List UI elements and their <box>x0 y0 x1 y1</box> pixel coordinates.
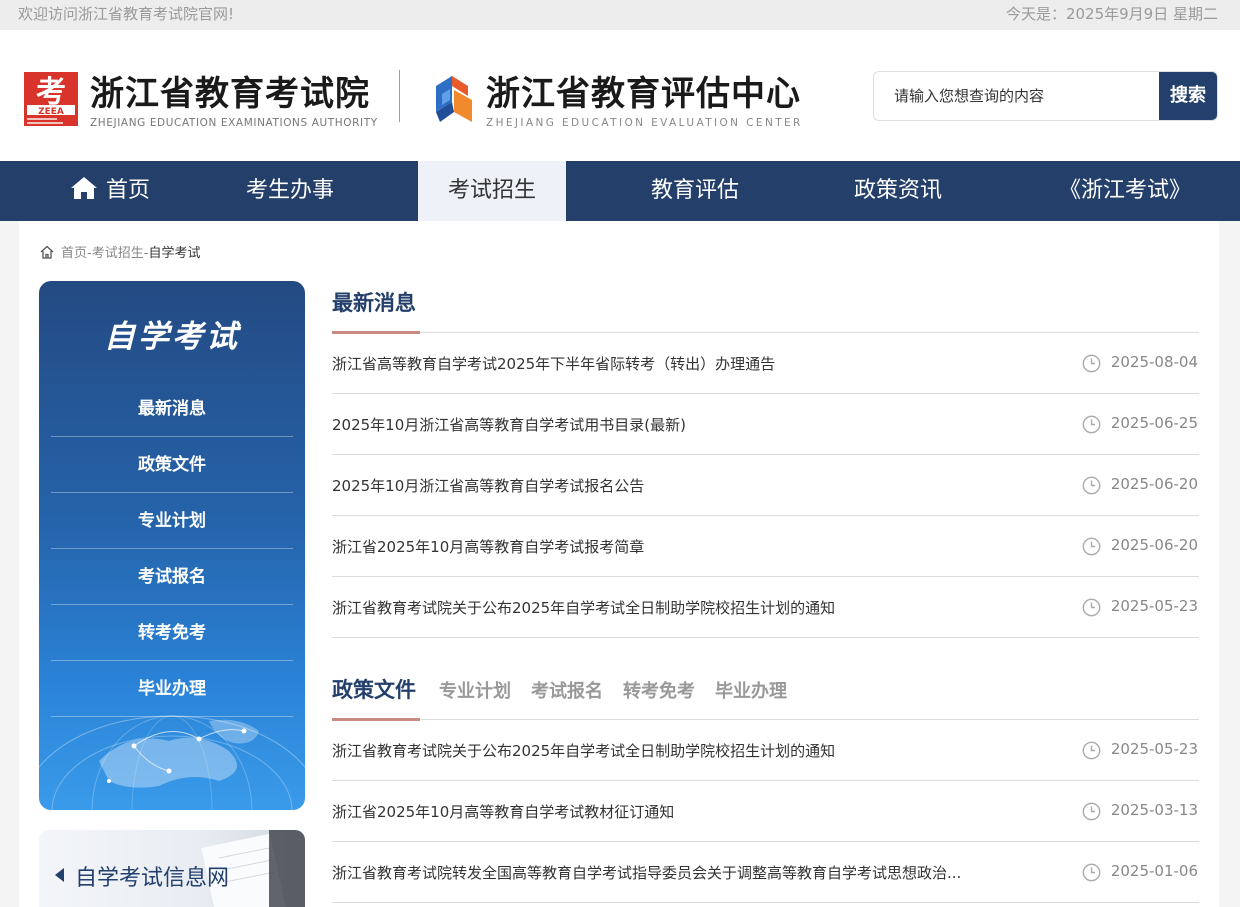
news-title[interactable]: 2025年10月浙江省高等教育自学考试报名公告 <box>332 475 644 496</box>
list-item[interactable]: 2025年10月浙江省高等教育自学考试用书目录(最新) 2025-06-25 <box>332 394 1199 455</box>
list-item[interactable]: 浙江省教育考试院转发全国高等教育自学考试指导委员会关于调整高等教育自学考试思想政… <box>332 842 1199 903</box>
clock-icon <box>1082 537 1101 556</box>
news-title[interactable]: 浙江省教育考试院关于公布2025年自学考试全日制助学院校招生计划的通知 <box>332 597 835 618</box>
breadcrumb: 首页-考试招生-自学考试 <box>39 242 200 261</box>
policy-tabs-header: 政策文件 专业计划 考试报名 转考免考 毕业办理 <box>332 668 1199 721</box>
clock-icon <box>1082 415 1101 434</box>
tab-major-plan[interactable]: 专业计划 <box>439 677 511 703</box>
list-item[interactable]: 浙江省2025年10月高等教育自学考试报考简章 2025-06-20 <box>332 516 1199 577</box>
tab-registration[interactable]: 考试报名 <box>531 677 603 703</box>
sidebar-item-major-plan[interactable]: 专业计划 <box>51 493 293 549</box>
welcome-text: 欢迎访问浙江省教育考试院官网! <box>18 5 235 23</box>
news-date: 2025-05-23 <box>1110 597 1198 615</box>
news-date: 2025-08-04 <box>1110 353 1198 371</box>
news-date: 2025-06-25 <box>1110 414 1198 432</box>
list-item[interactable]: 浙江省教育考试院关于公布2025年自学考试全日制助学院校招生计划的通知 2025… <box>332 577 1199 638</box>
header: 考 ZEEA 浙江省教育考试院 ZHEJIANG EDUCATION EXAMI… <box>0 30 1240 161</box>
nav-label: 教育评估 <box>650 178 739 203</box>
svg-text:考: 考 <box>36 75 66 110</box>
nav-item-exam-admission[interactable]: 考试招生 <box>418 161 566 221</box>
nav-label: 政策资讯 <box>853 178 942 203</box>
zeea-logo-icon[interactable]: 考 ZEEA <box>24 72 78 126</box>
tab-latest-news[interactable]: 最新消息 <box>332 287 416 317</box>
brand2-en: ZHEJIANG EDUCATION EVALUATION CENTER <box>486 117 803 129</box>
nav-label: 考生办事 <box>245 178 334 203</box>
nav-item-education-evaluation[interactable]: 教育评估 <box>605 161 785 221</box>
news-title[interactable]: 浙江省教育考试院关于公布2025年自学考试全日制助学院校招生计划的通知 <box>332 740 835 761</box>
clock-icon <box>1082 863 1101 882</box>
sidebar-title: 自学考试 <box>104 319 240 355</box>
nav-label: 首页 <box>105 178 150 203</box>
brand-divider <box>399 70 400 122</box>
nav-item-policy-news[interactable]: 政策资讯 <box>808 161 988 221</box>
home-icon <box>70 177 97 199</box>
news-title[interactable]: 浙江省2025年10月高等教育自学考试报考简章 <box>332 536 644 557</box>
clock-icon <box>1082 598 1101 617</box>
nav-item-home[interactable]: 首页 <box>20 161 200 221</box>
globe-illustration-icon <box>39 715 305 810</box>
evaluation-center-logo-icon[interactable] <box>432 72 476 126</box>
news-title[interactable]: 浙江省高等教育自学考试2025年下半年省际转考（转出）办理通告 <box>332 353 775 374</box>
news-title[interactable]: 浙江省教育考试院转发全国高等教育自学考试指导委员会关于调整高等教育自学考试思想政… <box>332 862 961 883</box>
search-box: 搜索 <box>873 71 1218 121</box>
sidebar-item-policy[interactable]: 政策文件 <box>51 437 293 493</box>
nav-label: 《浙江考试》 <box>1058 178 1191 203</box>
top-bar: 欢迎访问浙江省教育考试院官网! 今天是：2025年9月9日 星期二 <box>0 0 1240 30</box>
sidebar: 自学考试 最新消息 政策文件 专业计划 考试报名 转考免考 毕业办理 <box>39 281 305 810</box>
home-outline-icon <box>40 245 54 259</box>
latest-news-header: 最新消息 <box>332 281 1199 334</box>
infobox-label: 自学考试信息网 <box>75 866 230 891</box>
nav-item-candidate-services[interactable]: 考生办事 <box>200 161 380 221</box>
sidebar-item-latest[interactable]: 最新消息 <box>51 381 293 437</box>
brand-evaluation-center[interactable]: 浙江省教育评估中心 ZHEJIANG EDUCATION EVALUATION … <box>486 66 803 129</box>
list-item[interactable]: 2025年10月浙江省高等教育自学考试报名公告 2025-06-20 <box>332 455 1199 516</box>
breadcrumb-level2[interactable]: 考试招生 <box>92 246 144 261</box>
breadcrumb-current: 自学考试 <box>148 246 201 261</box>
tab-graduation[interactable]: 毕业办理 <box>715 677 787 703</box>
clock-icon <box>1082 476 1101 495</box>
nav-item-zhejiang-exam-journal[interactable]: 《浙江考试》 <box>1030 161 1220 221</box>
caret-left-icon <box>55 868 64 882</box>
news-date: 2025-06-20 <box>1110 536 1198 554</box>
news-title[interactable]: 2025年10月浙江省高等教育自学考试用书目录(最新) <box>332 414 686 435</box>
date-text: 今天是：2025年9月9日 星期二 <box>1005 5 1218 23</box>
list-item[interactable]: 浙江省2025年10月高等教育自学考试教材征订通知 2025-03-13 <box>332 781 1199 842</box>
news-date: 2025-05-23 <box>1110 740 1198 758</box>
clock-icon <box>1082 354 1101 373</box>
clock-icon <box>1082 741 1101 760</box>
list-item[interactable]: 浙江省高等教育自学考试2025年下半年省际转考（转出）办理通告 2025-08-… <box>332 333 1199 394</box>
brand1-cn: 浙江省教育考试院 <box>90 74 370 114</box>
news-date: 2025-03-13 <box>1110 801 1198 819</box>
news-date: 2025-06-20 <box>1110 475 1198 493</box>
tab-transfer-exemption[interactable]: 转考免考 <box>623 677 695 703</box>
brand1-en: ZHEJIANG EDUCATION EXAMINATIONS AUTHORIT… <box>90 117 378 129</box>
main-nav: 首页 考生办事 考试招生 教育评估 政策资讯 《浙江考试》 <box>0 161 1240 221</box>
list-item[interactable]: 浙江省教育考试院关于公布2025年自学考试全日制助学院校招生计划的通知 2025… <box>332 720 1199 781</box>
clock-icon <box>1082 802 1101 821</box>
news-date: 2025-01-06 <box>1110 862 1198 880</box>
tab-policy-documents[interactable]: 政策文件 <box>332 674 416 704</box>
self-study-info-link[interactable]: 自学考试信息网 <box>39 830 305 907</box>
brand-examinations-authority[interactable]: 浙江省教育考试院 ZHEJIANG EDUCATION EXAMINATIONS… <box>90 66 378 129</box>
sidebar-item-transfer-exemption[interactable]: 转考免考 <box>51 605 293 661</box>
breadcrumb-home[interactable]: 首页 <box>61 246 87 261</box>
svg-text:ZEEA: ZEEA <box>38 107 64 117</box>
nav-label: 考试招生 <box>447 178 536 203</box>
news-title[interactable]: 浙江省2025年10月高等教育自学考试教材征订通知 <box>332 801 674 822</box>
sidebar-item-registration[interactable]: 考试报名 <box>51 549 293 605</box>
search-input[interactable] <box>874 72 1161 120</box>
search-button[interactable]: 搜索 <box>1159 72 1217 120</box>
brand2-cn: 浙江省教育评估中心 <box>486 74 801 114</box>
